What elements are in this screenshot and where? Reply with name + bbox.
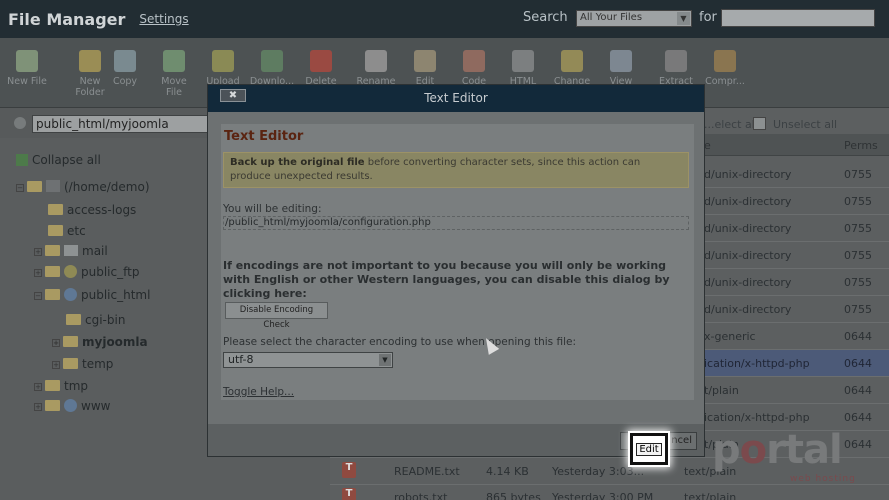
logo-text: p	[712, 427, 741, 473]
dialog-titlebar: ✖ Text Editor	[208, 85, 704, 112]
dialog-title: Text Editor	[424, 91, 488, 105]
chevron-down-icon: ▼	[379, 354, 391, 366]
backup-warning: Back up the original file before convert…	[223, 152, 689, 188]
edit-button-label: Edit	[636, 442, 662, 456]
encoding-note: If encodings are not important to you be…	[223, 259, 670, 300]
logo-text: rtal	[766, 427, 843, 473]
dialog-heading: Text Editor	[224, 129, 304, 144]
toggle-help-link[interactable]: Toggle Help...	[223, 386, 294, 398]
logo-text: o	[739, 427, 768, 473]
edit-button[interactable]: Edit	[630, 433, 668, 465]
encoding-value: utf-8	[228, 353, 254, 366]
editing-label: You will be editing:	[223, 203, 322, 215]
portal-watermark-logo: portal	[712, 427, 843, 473]
dialog-body: Text Editor Back up the original file be…	[221, 124, 694, 400]
text-editor-dialog: ✖ Text Editor Text Editor Back up the or…	[207, 84, 705, 457]
watermark-subtitle: web hosting	[790, 474, 856, 484]
disable-encoding-check-button[interactable]: Disable Encoding Check	[225, 302, 328, 330]
encoding-select-label: Please select the character encoding to …	[223, 336, 576, 348]
editing-path: /public_html/myjoomla/configuration.php	[223, 216, 689, 230]
encoding-select[interactable]: utf-8 ▼	[223, 352, 393, 368]
warning-bold-text: Back up the original file	[230, 157, 365, 168]
